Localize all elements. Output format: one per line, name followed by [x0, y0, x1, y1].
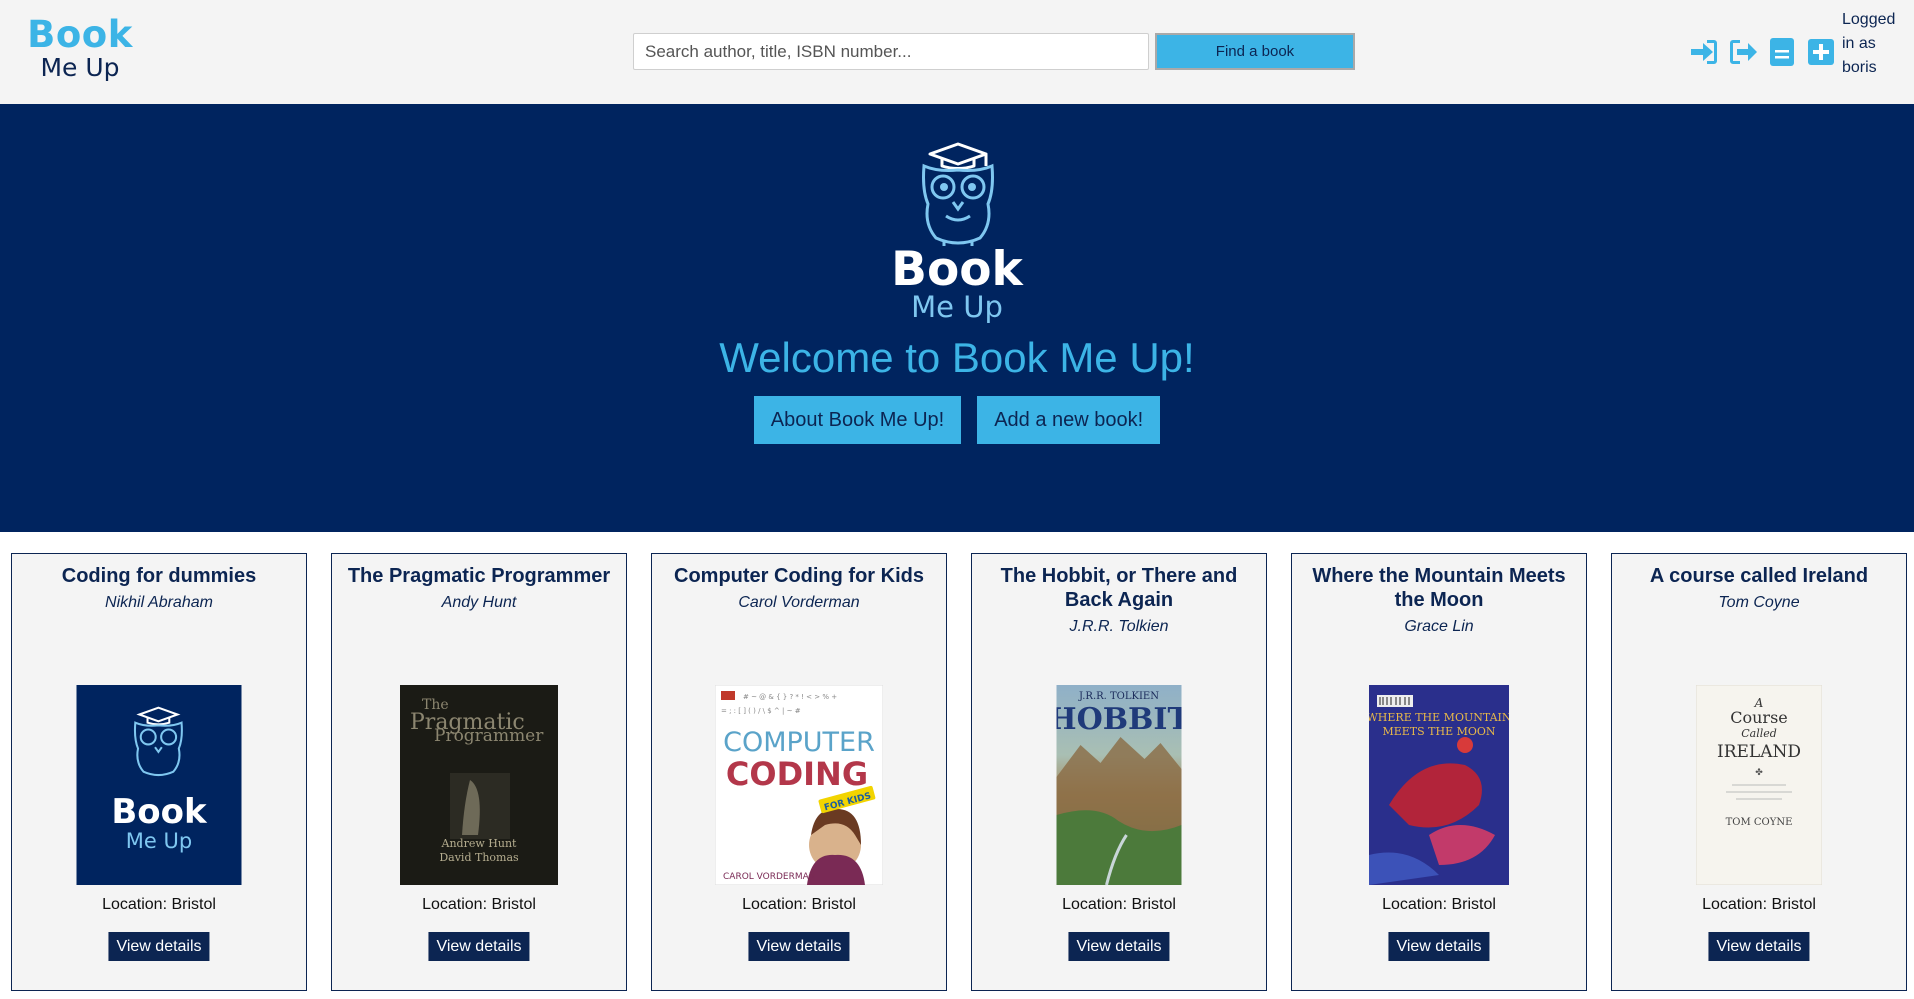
svg-text:TOM COYNE: TOM COYNE	[1726, 817, 1793, 828]
book-location: Location: Bristol	[1062, 896, 1176, 913]
svg-text:Course: Course	[1730, 708, 1788, 727]
book-title[interactable]: The Hobbit, or There and Back Again	[980, 564, 1258, 612]
book-location: Location: Bristol	[102, 896, 216, 913]
welcome-heading: Welcome to Book Me Up!	[719, 334, 1195, 381]
book-title[interactable]: A course called Ireland	[1620, 564, 1898, 588]
book-author: Nikhil Abraham	[105, 594, 213, 611]
svg-text:COMPUTER: COMPUTER	[723, 727, 875, 758]
plus-square-icon[interactable]	[1806, 37, 1836, 67]
hero-logo-me-up: Me Up	[911, 290, 1003, 324]
about-button[interactable]: About Book Me Up!	[753, 396, 962, 444]
book-card: A course called Ireland Tom Coyne A Cour…	[1611, 553, 1907, 991]
svg-text:CAROL VORDERMAN: CAROL VORDERMAN	[723, 872, 816, 882]
book-title[interactable]: Where the Mountain Meets the Moon	[1300, 564, 1578, 612]
owl-logo-icon	[922, 142, 994, 246]
cover-logo-me-up: Me Up	[126, 829, 192, 853]
logged-in-status: Logged in as boris	[1842, 11, 1896, 76]
logo-book-text: Book	[27, 13, 133, 56]
svg-text:MEETS THE MOON: MEETS THE MOON	[1382, 725, 1495, 738]
book-author: J.R.R. Tolkien	[1069, 618, 1169, 635]
book-location: Location: Bristol	[1382, 896, 1496, 913]
svg-text:✤: ✤	[1755, 768, 1763, 778]
svg-text:David Thomas: David Thomas	[439, 851, 519, 864]
book-cover-image[interactable]: Book Me Up	[76, 685, 242, 885]
sign-in-icon[interactable]	[1689, 37, 1719, 67]
svg-text:# ~ @ & { } ? * ! < > % +: # ~ @ & { } ? * ! < > % +	[743, 693, 837, 701]
sign-out-icon[interactable]	[1728, 37, 1758, 67]
svg-text:WHERE THE MOUNTAIN: WHERE THE MOUNTAIN	[1369, 711, 1509, 724]
view-details-button[interactable]: View details	[748, 932, 850, 961]
view-details-button[interactable]: View details	[1708, 932, 1810, 961]
book-author: Grace Lin	[1404, 618, 1474, 635]
book-author: Tom Coyne	[1718, 594, 1800, 611]
view-details-button[interactable]: View details	[1068, 932, 1170, 961]
search-input[interactable]	[633, 33, 1149, 70]
hero-banner: Book Me Up Welcome to Book Me Up! About …	[0, 104, 1914, 532]
hero-logo-book: Book	[891, 242, 1023, 297]
user-actions	[1689, 37, 1836, 67]
book-cover-image[interactable]: WHERE THE MOUNTAIN MEETS THE MOON	[1369, 685, 1509, 885]
search-bar: Find a book	[633, 33, 1355, 70]
svg-text:HOBBIT: HOBBIT	[1057, 702, 1182, 737]
book-cover-image[interactable]: # ~ @ & { } ? * ! < > % + = ; : [ ] ( ) …	[715, 685, 883, 885]
book-cover-image[interactable]: J.R.R. TOLKIEN HOBBIT	[1056, 685, 1182, 885]
top-nav: Book Me Up Find a book Logged in as bori…	[0, 0, 1914, 105]
add-book-button[interactable]: Add a new book!	[977, 396, 1161, 444]
logo-me-up-text: Me Up	[40, 53, 120, 82]
book-location: Location: Bristol	[742, 896, 856, 913]
svg-text:Called: Called	[1741, 727, 1777, 740]
book-author: Andy Hunt	[441, 594, 517, 611]
book-cover-image[interactable]: A Course Called IRELAND ✤ TOM COYNE	[1696, 685, 1822, 885]
book-card: The Hobbit, or There and Back Again J.R.…	[971, 553, 1267, 991]
cover-logo-book: Book	[111, 792, 208, 832]
view-details-button[interactable]: View details	[1388, 932, 1490, 961]
svg-text:= ; : [ ] ( ) / \ $ ^ | ~ #: = ; : [ ] ( ) / \ $ ^ | ~ #	[721, 707, 801, 715]
book-card: Computer Coding for Kids Carol Vorderman…	[651, 553, 947, 991]
svg-text:Andrew Hunt: Andrew Hunt	[441, 837, 518, 850]
svg-text:J.R.R. TOLKIEN: J.R.R. TOLKIEN	[1078, 691, 1159, 702]
book-location: Location: Bristol	[1702, 896, 1816, 913]
list-icon[interactable]	[1767, 37, 1797, 67]
view-details-button[interactable]: View details	[428, 932, 530, 961]
book-title[interactable]: Coding for dummies	[20, 564, 298, 588]
book-card: The Pragmatic Programmer Andy Hunt The P…	[331, 553, 627, 991]
view-details-button[interactable]: View details	[108, 932, 210, 961]
svg-text:Programmer: Programmer	[434, 726, 544, 746]
book-location: Location: Bristol	[422, 896, 536, 913]
book-list: Coding for dummies Nikhil Abraham Book M…	[11, 553, 1907, 991]
svg-text:IRELAND: IRELAND	[1717, 742, 1801, 762]
book-title[interactable]: Computer Coding for Kids	[660, 564, 938, 588]
book-card: Coding for dummies Nikhil Abraham Book M…	[11, 553, 307, 991]
book-author: Carol Vorderman	[738, 594, 860, 611]
book-title[interactable]: The Pragmatic Programmer	[340, 564, 618, 588]
find-book-button[interactable]: Find a book	[1155, 33, 1355, 70]
book-card: Where the Mountain Meets the Moon Grace …	[1291, 553, 1587, 991]
svg-text:CODING: CODING	[726, 755, 868, 793]
site-logo[interactable]: Book Me Up	[24, 16, 136, 82]
book-cover-image[interactable]: The Pragmatic Programmer Andrew Hunt Dav…	[400, 685, 558, 885]
hero-actions: About Book Me Up! Add a new book!	[0, 396, 1914, 444]
